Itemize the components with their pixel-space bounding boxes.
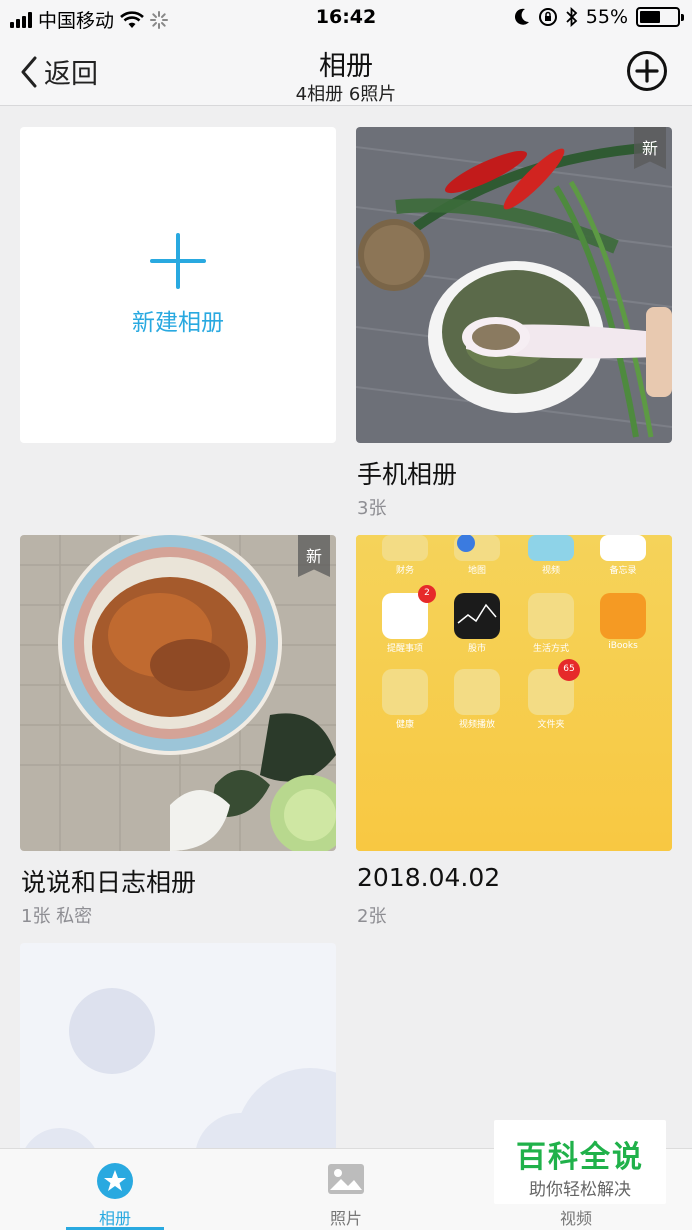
tab-label: 照片 [329, 1209, 362, 1228]
moon-icon [514, 8, 529, 25]
album-count: 3张 [357, 498, 387, 519]
album-count: 2张 [357, 906, 387, 927]
plus-icon [150, 233, 206, 289]
page-title: 相册 [319, 51, 373, 82]
album-tab-icon [97, 1163, 133, 1199]
app-label: 地图 [467, 566, 486, 576]
app-label: 备忘录 [609, 566, 637, 576]
notification-badge: 2 [424, 588, 430, 598]
page-subtitle: 4相册 6照片 [295, 84, 397, 105]
ios-screenshot-photo [356, 535, 672, 851]
notification-badge: 65 [563, 664, 575, 674]
watermark-subtitle: 助你轻松解决 [529, 1180, 631, 1200]
app-label: iBooks [608, 641, 638, 651]
watermark-logo: 百科全说 助你轻松解决 [494, 1120, 666, 1204]
app-label: 视频播放 [458, 720, 495, 730]
app-label: 股市 [467, 644, 486, 654]
app-label: 提醒事项 [386, 644, 423, 654]
tab-label: 视频 [559, 1209, 592, 1228]
battery-fill [640, 11, 660, 23]
app-label: 生活方式 [532, 644, 569, 654]
app-label: 财务 [395, 566, 414, 576]
album-cover-diary[interactable]: 新 [20, 535, 336, 851]
album-cover-placeholder[interactable] [20, 943, 336, 1148]
album-title: 手机相册 [357, 460, 458, 489]
album-title: 2018.04.02 [357, 863, 501, 892]
tab-photos[interactable]: 照片 [281, 1149, 411, 1230]
new-album-label: 新建相册 [132, 310, 224, 336]
photo-tab-icon [328, 1164, 364, 1194]
status-bar: 中国移动 16:42 55% [0, 0, 692, 36]
bluetooth-icon [566, 7, 578, 27]
soup-photo [356, 127, 672, 443]
add-album-button[interactable] [626, 50, 668, 92]
tab-albums[interactable]: 相册 [50, 1149, 180, 1230]
tab-label: 相册 [98, 1209, 131, 1228]
battery-percent: 55% [585, 6, 628, 28]
album-count: 1张 私密 [21, 906, 93, 927]
album-title: 说说和日志相册 [21, 868, 197, 897]
app-label: 健康 [395, 720, 414, 730]
app-label: 文件夹 [537, 720, 565, 730]
battery-icon [636, 7, 684, 27]
plate-photo [20, 535, 336, 851]
placeholder-image-icon [25, 988, 336, 1148]
app-label: 视频 [541, 566, 560, 576]
watermark-title: 百科全说 [516, 1140, 644, 1175]
album-cover-phone[interactable]: 新 [356, 127, 672, 443]
rotation-lock-icon [538, 8, 557, 26]
album-cover-screenshot[interactable]: 财务 地图 视频 备忘录 提醒事项 股市 生活方式 iBooks 健康 视频播放… [356, 535, 672, 851]
status-right: 55% [514, 6, 684, 28]
navigation-bar: 返回 相册 4相册 6照片 [0, 36, 692, 106]
new-album-card[interactable]: 新建相册 [20, 127, 336, 443]
